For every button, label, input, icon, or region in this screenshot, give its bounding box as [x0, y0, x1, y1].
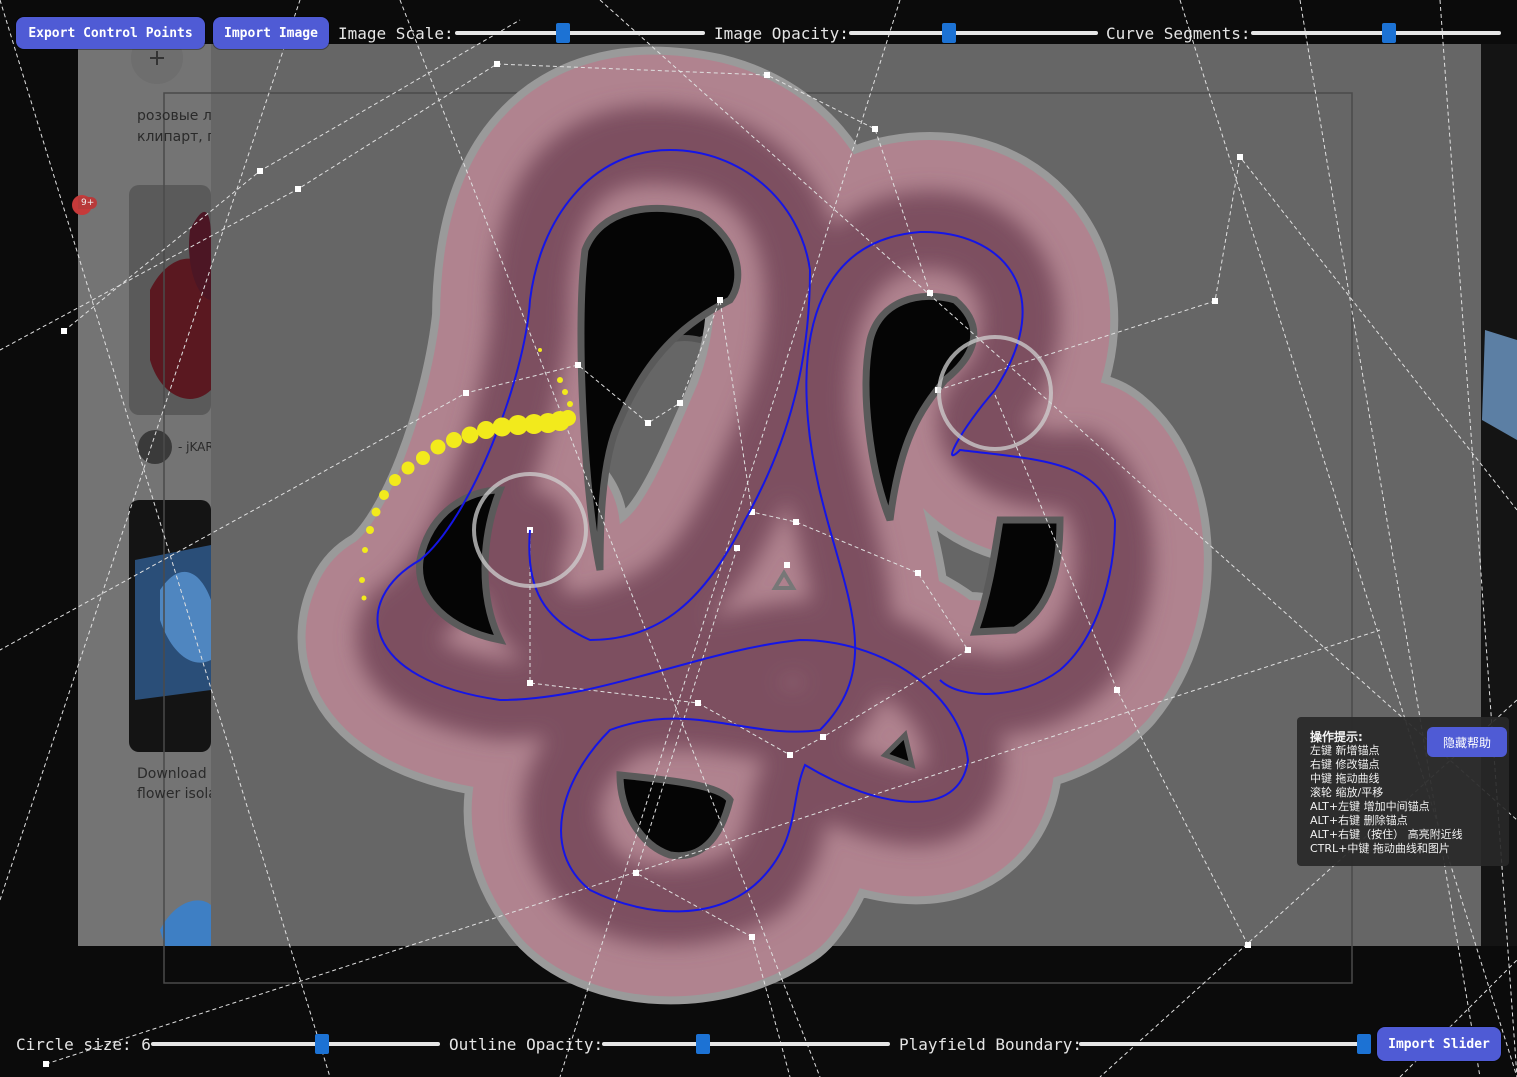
control-point[interactable] — [820, 734, 826, 740]
control-point[interactable] — [784, 562, 790, 568]
slider-thumb[interactable] — [555, 23, 570, 43]
download-line-2: flower isola — [137, 786, 211, 802]
background-captions: розовые л клипарт, п — [137, 106, 211, 148]
slider-thumb[interactable] — [1381, 23, 1396, 43]
slider-track — [1079, 1042, 1367, 1046]
help-lines: 左键 新增锚点 右键 修改锚点 中键 拖动曲线 滚轮 缩放/平移 ALT+左键 … — [1310, 744, 1463, 856]
control-point[interactable] — [793, 519, 799, 525]
slider-track — [602, 1042, 890, 1046]
control-point[interactable] — [677, 400, 683, 406]
control-point[interactable] — [787, 752, 793, 758]
image-scale-control: Image Scale: — [338, 17, 454, 49]
export-control-points-button[interactable]: Export Control Points — [16, 17, 205, 49]
control-point[interactable] — [575, 362, 581, 368]
image-scale-label: Image Scale: — [338, 23, 454, 43]
help-line: 滚轮 缩放/平移 — [1310, 786, 1384, 799]
image-scale-slider[interactable] — [455, 17, 705, 49]
control-point[interactable] — [1237, 154, 1243, 160]
control-point[interactable] — [764, 72, 770, 78]
outline-opacity-control: Outline Opacity: — [449, 1028, 603, 1060]
download-line-1: Download — [137, 766, 207, 782]
control-point[interactable] — [645, 420, 651, 426]
help-line: CTRL+中键 拖动曲线和图片 — [1310, 842, 1450, 855]
control-point[interactable] — [1212, 298, 1218, 304]
image-opacity-control: Image Opacity: — [714, 17, 849, 49]
control-point[interactable] — [295, 186, 301, 192]
control-point[interactable] — [872, 126, 878, 132]
slider-thumb[interactable] — [314, 1034, 329, 1054]
help-line: 中键 拖动曲线 — [1310, 772, 1380, 785]
help-title: 操作提示: — [1310, 730, 1363, 744]
curve-segments-control: Curve Segments: — [1106, 17, 1251, 49]
caption-line-2: клипарт, п — [137, 129, 211, 145]
control-point[interactable] — [749, 934, 755, 940]
control-point[interactable] — [43, 1061, 49, 1067]
outline-opacity-slider[interactable] — [602, 1028, 890, 1060]
top-toolbar: Export Control Points Import Image Image… — [0, 0, 1517, 66]
slider-thumb[interactable] — [695, 1034, 710, 1054]
editor-canvas[interactable] — [0, 0, 1517, 1077]
slider-track — [849, 31, 1098, 35]
slider-body — [297, 46, 1212, 1005]
slider-track — [455, 31, 705, 35]
control-point[interactable] — [965, 647, 971, 653]
playfield-boundary-control: Playfield Boundary: — [899, 1028, 1082, 1060]
control-point[interactable] — [527, 680, 533, 686]
control-point[interactable] — [463, 390, 469, 396]
slider-track — [1251, 31, 1501, 35]
circle-size-control: Circle size: 6 — [16, 1028, 151, 1060]
curve-segments-slider[interactable] — [1251, 17, 1501, 49]
circle-size-slider[interactable] — [151, 1028, 440, 1060]
background-download: Download flower isola — [137, 764, 211, 804]
help-line: ALT+左键 增加中间锚点 — [1310, 800, 1430, 813]
control-point[interactable] — [927, 290, 933, 296]
import-slider-button[interactable]: Import Slider — [1377, 1027, 1501, 1061]
slider-track — [151, 1042, 440, 1046]
control-point[interactable] — [1245, 942, 1251, 948]
background-username: - jKAR — [178, 440, 211, 454]
control-point[interactable] — [915, 570, 921, 576]
control-point[interactable] — [633, 870, 639, 876]
control-point[interactable] — [717, 297, 723, 303]
notification-badge: 9+ — [78, 197, 98, 209]
hide-help-button[interactable]: 隐藏帮助 — [1427, 727, 1507, 757]
caption-line-1: розовые л — [137, 108, 211, 124]
control-point[interactable] — [257, 168, 263, 174]
slider-thumb[interactable] — [941, 23, 956, 43]
help-line: 右键 修改锚点 — [1310, 758, 1380, 771]
import-image-button[interactable]: Import Image — [213, 17, 329, 49]
help-line: ALT+右键（按住） 高亮附近线 — [1310, 828, 1463, 841]
control-point[interactable] — [1114, 687, 1120, 693]
curve-segments-label: Curve Segments: — [1106, 23, 1251, 43]
image-opacity-slider[interactable] — [849, 17, 1098, 49]
outline-opacity-label: Outline Opacity: — [449, 1034, 604, 1054]
playfield-boundary-slider[interactable] — [1079, 1028, 1372, 1060]
control-point[interactable] — [734, 545, 740, 551]
control-point[interactable] — [61, 328, 67, 334]
playfield-boundary-label: Playfield Boundary: — [899, 1034, 1083, 1054]
control-point[interactable] — [695, 700, 701, 706]
circle-size-label: Circle size: 6 — [16, 1034, 151, 1054]
help-line: ALT+右键 删除锚点 — [1310, 814, 1408, 827]
image-opacity-label: Image Opacity: — [714, 23, 849, 43]
slider-thumb[interactable] — [1357, 1034, 1372, 1054]
